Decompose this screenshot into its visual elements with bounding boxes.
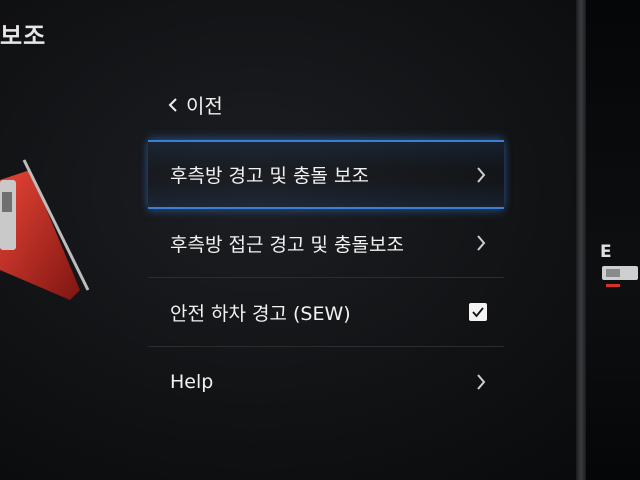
menu-item-help[interactable]: Help — [148, 347, 504, 416]
vehicle-graphic — [0, 159, 90, 300]
back-label: 이전 — [186, 94, 223, 118]
partial-page-title: 보조 — [0, 22, 47, 50]
menu-item-label: 후측방 접근 경고 및 충돌보조 — [170, 233, 404, 256]
menu-item-rear-side-warning[interactable]: 후측방 경고 및 충돌 보조 — [148, 140, 504, 209]
menu-item-label: 후측방 경고 및 충돌 보조 — [170, 165, 369, 187]
gauge-indicator-graphic — [602, 266, 638, 287]
back-button[interactable]: 이전 — [168, 90, 223, 119]
chevron-right-icon — [477, 166, 486, 183]
adjacent-display — [586, 0, 640, 480]
menu-item-safe-exit-warning[interactable]: 안전 하차 경고 (SEW) — [148, 278, 504, 347]
menu-item-label: Help — [170, 370, 214, 393]
menu-item-label: 안전 하차 경고 (SEW) — [170, 302, 351, 325]
checkmark-icon — [472, 307, 484, 318]
adjacent-display-label: E — [600, 242, 612, 262]
sew-checkbox[interactable] — [469, 303, 487, 321]
screen: 보조 이전 후측방 경고 및 충돌 보조 후측방 접근 경고 및 충돌보조 안전… — [0, 0, 640, 480]
settings-menu: 후측방 경고 및 충돌 보조 후측방 접근 경고 및 충돌보조 안전 하차 경고… — [148, 140, 504, 416]
chevron-right-icon — [477, 373, 486, 390]
screen-bezel-divider — [576, 0, 586, 480]
chevron-right-icon — [477, 235, 486, 251]
chevron-left-icon — [168, 97, 177, 112]
menu-item-rear-approach-warning[interactable]: 후측방 접근 경고 및 충돌보조 — [148, 209, 504, 278]
